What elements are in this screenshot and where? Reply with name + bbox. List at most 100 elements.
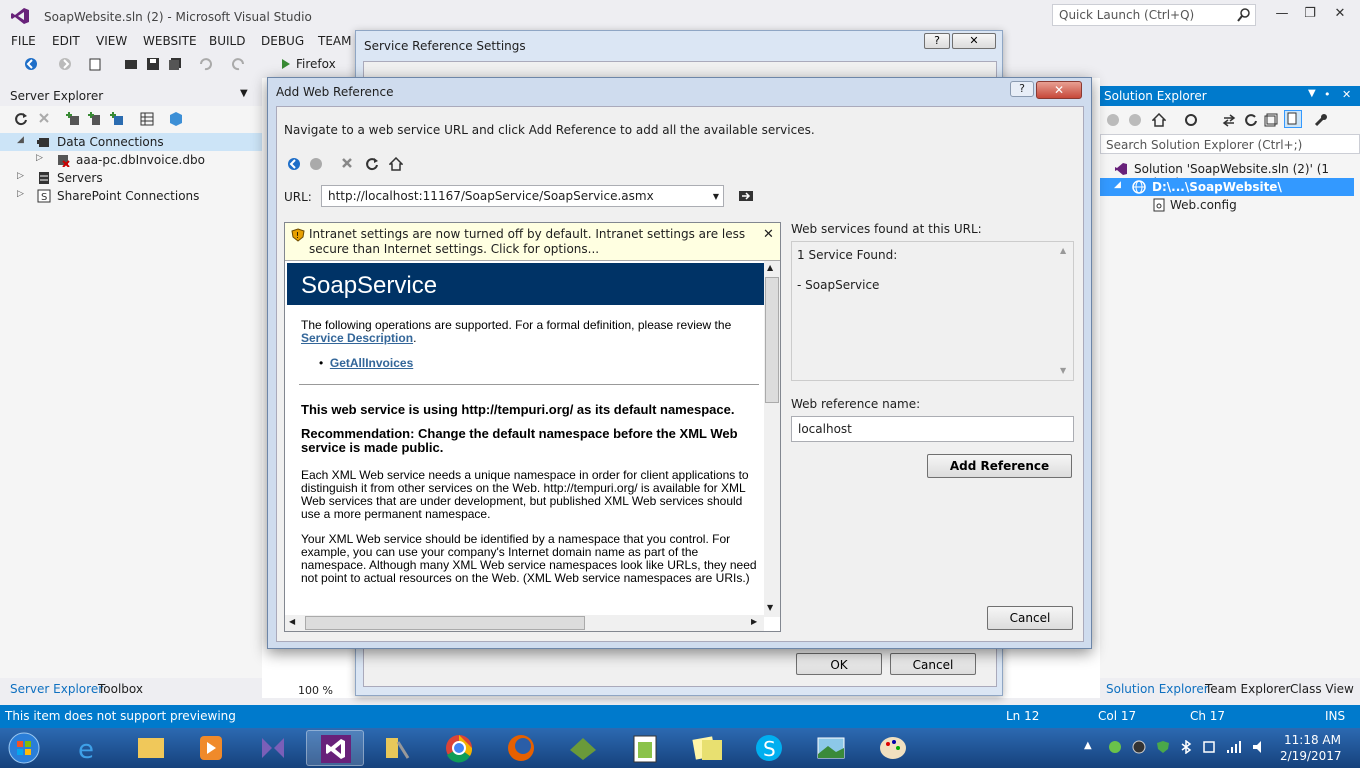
forward-icon[interactable] (309, 157, 323, 171)
scroll-up-icon[interactable]: ▲ (767, 263, 773, 272)
tree-item-web-config[interactable]: Web.config (1100, 196, 1360, 214)
sticky-notes-icon[interactable] (678, 730, 736, 766)
tree-item-website[interactable]: ◢ D:\...\SoapWebsite\ (1100, 178, 1354, 196)
tray-shield-icon[interactable] (1156, 740, 1170, 754)
scroll-left-icon[interactable]: ◀ (289, 617, 295, 626)
pin-icon[interactable]: • (1324, 88, 1331, 101)
expanded-arrow-icon[interactable]: ◢ (1114, 180, 1121, 190)
horizontal-scrollbar[interactable]: ◀ ▶ (285, 615, 764, 631)
back-icon[interactable] (1106, 113, 1120, 127)
close-icon[interactable]: ✕ (763, 227, 774, 242)
solution-explorer-search-input[interactable]: Search Solution Explorer (Ctrl+;) (1100, 134, 1360, 154)
zoom-level[interactable]: 100 % (298, 684, 333, 697)
volume-icon[interactable] (1252, 740, 1268, 754)
menu-edit[interactable]: EDIT (52, 34, 80, 48)
cancel-button[interactable]: Cancel (987, 606, 1073, 630)
scroll-thumb[interactable] (305, 616, 585, 630)
restore-icon[interactable]: ❐ (1298, 6, 1322, 24)
browser-selector[interactable]: Firefox (296, 57, 336, 71)
close-button[interactable]: ✕ (952, 33, 996, 49)
tree-item-database[interactable]: ▷ aaa-pc.dbInvoice.dbo (0, 151, 262, 169)
operation-link[interactable]: GetAllInvoices (330, 356, 413, 370)
scroll-right-icon[interactable]: ▶ (751, 617, 757, 626)
show-hidden-icons-icon[interactable]: ▲ (1084, 740, 1092, 751)
quick-launch-input[interactable]: Quick Launch (Ctrl+Q) (1052, 4, 1256, 26)
internet-explorer-icon[interactable]: e (60, 730, 118, 766)
web-reference-name-input[interactable]: localhost (791, 416, 1074, 442)
undo-icon[interactable] (198, 57, 212, 71)
collapsed-arrow-icon[interactable]: ▷ (36, 153, 43, 163)
tree-item-servers[interactable]: ▷ Servers (0, 169, 262, 187)
connect-database-icon[interactable] (66, 112, 80, 126)
firefox-icon[interactable] (492, 730, 550, 766)
add-reference-button[interactable]: Add Reference (927, 454, 1072, 478)
tree-item-data-connections[interactable]: ◢ Data Connections (0, 133, 262, 151)
menu-website[interactable]: WEBSITE (143, 34, 197, 48)
tray-camera-icon[interactable] (1132, 740, 1146, 754)
home-icon[interactable] (1152, 113, 1166, 127)
forward-icon[interactable] (58, 57, 72, 71)
collapsed-arrow-icon[interactable]: ▷ (17, 189, 24, 199)
visual-studio-blend-icon[interactable] (244, 730, 302, 766)
connect-server-icon[interactable] (88, 112, 102, 126)
redo-icon[interactable] (232, 57, 246, 71)
tab-solution-explorer[interactable]: Solution Explorer (1106, 682, 1209, 696)
filter-icon[interactable] (140, 112, 154, 126)
menu-build[interactable]: BUILD (209, 34, 245, 48)
media-player-icon[interactable] (182, 730, 240, 766)
properties-icon[interactable] (1314, 113, 1328, 127)
menu-debug[interactable]: DEBUG (261, 34, 304, 48)
network-signal-icon[interactable] (1226, 740, 1242, 754)
save-icon[interactable] (146, 57, 160, 71)
show-all-files-icon[interactable] (1284, 110, 1302, 128)
scroll-down-icon[interactable]: ▼ (767, 603, 773, 612)
clock-date[interactable]: 2/19/2017 (1280, 749, 1342, 763)
home-icon[interactable] (389, 157, 403, 171)
tray-device-icon[interactable] (1202, 740, 1216, 754)
expanded-arrow-icon[interactable]: ◢ (17, 135, 24, 145)
visual-studio-icon[interactable] (306, 730, 364, 766)
vertical-scrollbar[interactable]: ▲ ▼ (764, 261, 780, 617)
scroll-down-icon[interactable]: ▼ (1060, 366, 1066, 375)
back-icon[interactable] (287, 157, 301, 171)
start-button-icon[interactable] (8, 732, 40, 764)
paint-icon[interactable] (864, 730, 922, 766)
tab-team-explorer[interactable]: Team Explorer (1205, 682, 1291, 696)
tree-item-sharepoint[interactable]: ▷ S SharePoint Connections (0, 187, 262, 205)
web-browser-pane[interactable]: ! Intranet settings are now turned off b… (284, 222, 781, 632)
menu-view[interactable]: VIEW (96, 34, 127, 48)
tray-app-icon[interactable] (1108, 740, 1122, 754)
new-project-icon[interactable] (88, 57, 102, 71)
connect-sharepoint-icon[interactable] (110, 112, 124, 126)
tab-class-view[interactable]: Class View (1290, 682, 1354, 696)
service-description-link[interactable]: Service Description (301, 331, 413, 345)
back-icon[interactable] (24, 57, 38, 71)
app-icon[interactable] (554, 730, 612, 766)
file-explorer-icon[interactable] (122, 730, 180, 766)
minimize-icon[interactable]: — (1270, 6, 1294, 24)
close-icon[interactable]: ✕ (1342, 88, 1351, 101)
stop-icon[interactable] (341, 157, 353, 169)
go-icon[interactable] (739, 190, 753, 202)
notepad-plus-icon[interactable] (616, 730, 674, 766)
chevron-down-icon[interactable]: ▼ (713, 192, 719, 201)
help-button[interactable]: ? (1010, 81, 1034, 97)
scroll-thumb[interactable] (765, 277, 779, 403)
sync-icon[interactable] (1222, 113, 1236, 127)
url-input[interactable]: http://localhost:11167/SoapService/SoapS… (321, 185, 724, 207)
chrome-icon[interactable] (430, 730, 488, 766)
cancel-button[interactable]: Cancel (890, 653, 976, 675)
menu-team[interactable]: TEAM (318, 34, 351, 48)
save-all-icon[interactable] (168, 57, 182, 71)
refresh-icon[interactable] (14, 112, 28, 126)
tab-toolbox[interactable]: Toolbox (98, 682, 143, 696)
ok-button[interactable]: OK (796, 653, 882, 675)
clock-time[interactable]: 11:18 AM (1284, 733, 1341, 747)
close-button[interactable]: ✕ (1036, 81, 1082, 99)
dropdown-icon[interactable]: ▼ (1308, 88, 1316, 99)
open-file-icon[interactable] (124, 57, 138, 71)
tree-item-solution[interactable]: Solution 'SoapWebsite.sln (2)' (1 projec… (1100, 160, 1360, 190)
start-debugging-icon[interactable] (280, 57, 292, 71)
pin-icon[interactable]: ▼ (240, 88, 248, 99)
refresh-icon[interactable] (365, 157, 379, 171)
